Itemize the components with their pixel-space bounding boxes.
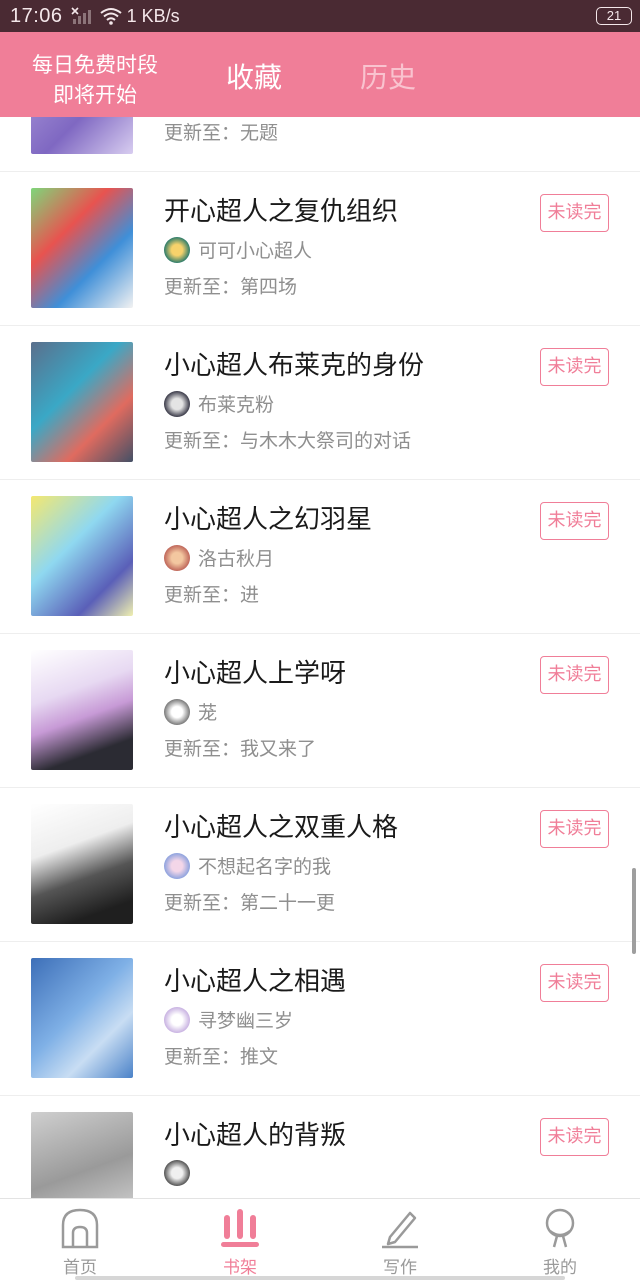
author-row [164, 1160, 198, 1186]
bookshelf-icon [221, 1209, 259, 1247]
cover-image[interactable] [31, 117, 133, 154]
favorites-list: 可爱小心殿更新至：无题开心超人之复仇组织可可小心超人更新至：第四场未读完小心超人… [0, 117, 640, 1198]
nav-label-bookshelf: 书架 [223, 1258, 257, 1278]
update-chapter: 我又来了 [240, 738, 317, 760]
list-item[interactable]: 小心超人的背叛更新至：未读完 [0, 1096, 640, 1198]
promo-line-1: 每日免费时段 [32, 53, 158, 77]
update-chapter: 进 [240, 584, 260, 606]
unread-badge: 未读完 [540, 656, 609, 694]
header-bar: 每日免费时段 即将开始 收藏 历史 [0, 32, 640, 117]
profile-icon [545, 1208, 575, 1248]
author-row: 布莱克粉 [164, 390, 274, 417]
update-prefix: 更新至： [164, 584, 241, 606]
unread-badge: 未读完 [540, 194, 609, 232]
list-item[interactable]: 小心超人上学呀茏更新至：我又来了 未读完 [0, 634, 640, 788]
item-title[interactable]: 开心超人之复仇组织 [164, 191, 398, 228]
tab-favorites[interactable]: 收藏 [226, 56, 282, 96]
unread-badge: 未读完 [540, 1118, 609, 1156]
author-name: 可可小心超人 [198, 240, 313, 262]
avatar [164, 1160, 190, 1186]
author-name: 不想起名字的我 [198, 856, 332, 878]
list-item[interactable]: 小心超人之双重人格不想起名字的我更新至：第二十一更 未读完 [0, 788, 640, 942]
update-info: 更新至：第二十一更 [164, 888, 335, 915]
cover-image[interactable] [31, 958, 133, 1078]
cover-image[interactable] [31, 1112, 133, 1198]
avatar [164, 390, 190, 417]
pen-icon [382, 1211, 418, 1249]
home-icon [61, 1208, 99, 1249]
update-info: 更新至：第四场 [164, 272, 297, 299]
update-prefix: 更新至： [164, 892, 241, 914]
status-bar: 17:06 1 KB/s 21 [0, 0, 640, 32]
item-title[interactable]: 小心超人之相遇 [164, 961, 346, 998]
author-name: 茏 [198, 702, 218, 724]
list-item[interactable]: 可爱小心殿更新至：无题 [0, 117, 640, 172]
wifi-icon [99, 8, 122, 25]
nav-label-home: 首页 [63, 1258, 97, 1278]
list-item[interactable]: 小心超人之相遇寻梦幽三岁更新至：推文 未读完 [0, 942, 640, 1096]
status-time: 17:06 [10, 4, 63, 27]
update-chapter: 第二十一更 [240, 892, 336, 914]
cover-image[interactable] [31, 188, 133, 308]
list-item[interactable]: 小心超人布莱克的身份布莱克粉更新至：与木木大祭司的对话 未读完 [0, 326, 640, 480]
battery-indicator: 21 [596, 7, 632, 25]
update-chapter: 无题 [240, 122, 279, 144]
update-info: 更新至：我又来了 [164, 734, 316, 761]
cover-image[interactable] [31, 804, 133, 924]
update-prefix: 更新至： [164, 1046, 241, 1068]
nav-label-write: 写作 [383, 1258, 417, 1278]
item-title[interactable]: 小心超人的背叛 [164, 1115, 346, 1152]
avatar [164, 236, 190, 263]
avatar [164, 1006, 190, 1033]
update-chapter: 与木木大祭司的对话 [240, 430, 412, 452]
author-name: 寻梦幽三岁 [198, 1010, 294, 1032]
signal-off-icon [70, 7, 91, 24]
nav-profile[interactable]: 我的 [480, 1199, 640, 1280]
item-title[interactable]: 小心超人布莱克的身份 [164, 345, 424, 382]
avatar [164, 544, 190, 571]
tab-history[interactable]: 历史 [360, 56, 416, 96]
free-time-promo[interactable]: 每日免费时段 即将开始 [20, 50, 170, 110]
cover-image[interactable] [31, 342, 133, 462]
author-row: 寻梦幽三岁 [164, 1006, 293, 1033]
unread-badge: 未读完 [540, 348, 609, 386]
avatar [164, 698, 190, 725]
bottom-nav: 首页 书架 写作 我的 [0, 1198, 640, 1280]
update-info: 更新至：与木木大祭司的对话 [164, 426, 411, 453]
update-prefix: 更新至： [164, 738, 241, 760]
item-title[interactable]: 小心超人之双重人格 [164, 807, 398, 844]
update-prefix: 更新至： [164, 430, 241, 452]
item-title[interactable]: 小心超人上学呀 [164, 653, 346, 690]
update-prefix: 更新至： [164, 276, 241, 298]
network-speed: 1 KB/s [126, 5, 180, 26]
author-row: 茏 [164, 698, 217, 725]
author-name: 洛古秋月 [198, 548, 275, 570]
item-title[interactable]: 小心超人之幻羽星 [164, 499, 372, 536]
update-info: 更新至：无题 [164, 118, 278, 145]
update-info: 更新至：推文 [164, 1042, 278, 1069]
unread-badge: 未读完 [540, 502, 609, 540]
author-row: 不想起名字的我 [164, 852, 331, 879]
home-indicator [75, 1276, 565, 1280]
unread-badge: 未读完 [540, 810, 609, 848]
update-info: 更新至：进 [164, 580, 259, 607]
nav-home[interactable]: 首页 [0, 1199, 160, 1280]
unread-badge: 未读完 [540, 964, 609, 1002]
update-chapter: 第四场 [240, 276, 298, 298]
author-row: 可可小心超人 [164, 236, 312, 263]
avatar [164, 852, 190, 879]
author-name: 布莱克粉 [198, 394, 275, 416]
list-item[interactable]: 开心超人之复仇组织可可小心超人更新至：第四场 未读完 [0, 172, 640, 326]
cover-image[interactable] [31, 650, 133, 770]
nav-label-profile: 我的 [543, 1258, 577, 1278]
update-prefix: 更新至： [164, 122, 241, 144]
scrollbar[interactable] [632, 868, 636, 954]
author-row: 洛古秋月 [164, 544, 274, 571]
update-chapter: 推文 [240, 1046, 279, 1068]
promo-line-2: 即将开始 [53, 83, 137, 107]
list-item[interactable]: 小心超人之幻羽星洛古秋月更新至：进 未读完 [0, 480, 640, 634]
cover-image[interactable] [31, 496, 133, 616]
nav-write[interactable]: 写作 [320, 1199, 480, 1280]
nav-bookshelf[interactable]: 书架 [160, 1199, 320, 1280]
